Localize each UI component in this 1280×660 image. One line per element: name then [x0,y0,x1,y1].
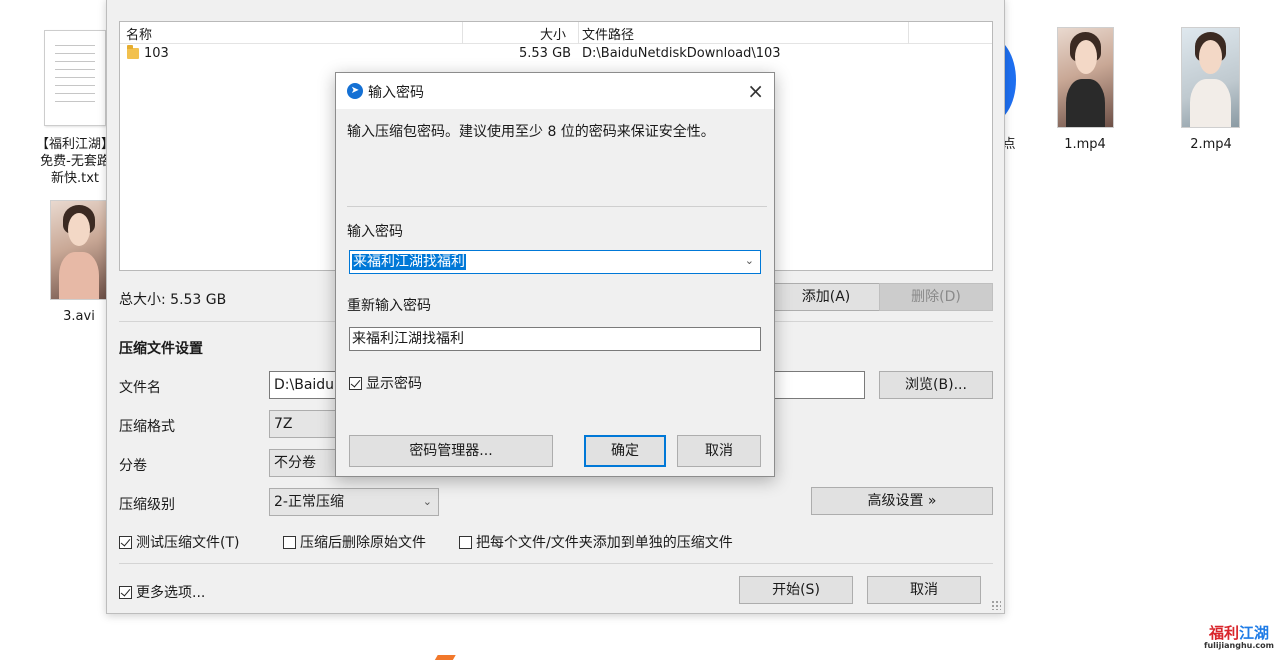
cancel-button[interactable]: 取消 [867,576,981,604]
watermark-logo: 福利江湖 fulijianghu.com [1204,624,1274,650]
checkbox-checked-icon [119,536,132,549]
close-icon[interactable]: × [747,79,764,103]
filename-label: 文件名 [119,380,161,396]
level-select[interactable]: 2-正常压缩 ⌄ [269,488,439,516]
separate-archives-checkbox[interactable]: 把每个文件/文件夹添加到单独的压缩文件 [459,532,733,552]
split-label: 分卷 [119,458,147,474]
settings-heading: 压缩文件设置 [119,341,203,357]
mp4-2-label: 2.mp4 [1190,137,1232,152]
dialog-title: 输入密码 [368,85,424,101]
add-button[interactable]: 添加(A) [771,283,881,311]
checkbox-unchecked-icon [283,536,296,549]
mp4-2-thumbnail [1181,27,1240,128]
txt-file-icon [44,30,106,126]
partial-orange-icon [434,655,456,660]
password-manager-button[interactable]: 密码管理器... [349,435,553,467]
password-dialog: ➤ 输入密码 × 输入压缩包密码。建议使用至少 8 位的密码来保证安全性。 输入… [335,72,775,477]
row-name: 103 [144,46,169,61]
browse-button[interactable]: 浏览(B)... [879,371,993,399]
file-list-header: 名称 大小 文件路径 [120,22,992,44]
level-label: 压缩级别 [119,497,175,513]
mp4-1-label: 1.mp4 [1064,137,1106,152]
folder-icon [127,45,139,59]
reenter-password-label: 重新输入密码 [347,298,431,314]
checkbox-unchecked-icon [459,536,472,549]
password-input[interactable]: 来福利江湖找福利 ⌄ [349,250,761,274]
avi-file-label: 3.avi [63,309,95,324]
column-size[interactable]: 大小 [540,24,566,43]
delete-after-checkbox[interactable]: 压缩后删除原始文件 [283,532,426,552]
show-password-checkbox[interactable]: 显示密码 [349,373,422,393]
resize-grip-icon[interactable] [991,600,1001,610]
password-hint: 输入压缩包密码。建议使用至少 8 位的密码来保证安全性。 [347,124,715,140]
ok-button[interactable]: 确定 [584,435,666,467]
chevron-down-icon: ⌄ [422,495,432,508]
column-name[interactable]: 名称 [126,24,152,43]
test-archive-checkbox[interactable]: 测试压缩文件(T) [119,532,239,552]
password-dialog-titlebar[interactable]: ➤ 输入密码 × [336,73,774,109]
total-size: 总大小: 5.53 GB [119,292,227,308]
row-size: 5.53 GB [519,46,572,61]
app-logo-icon: ➤ [347,83,363,99]
start-button[interactable]: 开始(S) [739,576,853,604]
delete-button[interactable]: 删除(D) [879,283,993,311]
reenter-password-input[interactable]: 来福利江湖找福利 [349,327,761,351]
avi-thumbnail [50,200,108,300]
row-path: D:\BaiduNetdiskDownload\103 [582,46,781,61]
advanced-settings-button[interactable]: 高级设置 » [811,487,993,515]
password-label: 输入密码 [347,224,403,240]
checkbox-checked-icon [349,377,362,390]
more-options-checkbox[interactable]: 更多选项... [119,582,205,602]
mp4-1-thumbnail [1057,27,1114,128]
chevron-down-icon[interactable]: ⌄ [745,250,754,272]
column-path[interactable]: 文件路径 [582,24,634,43]
password-cancel-button[interactable]: 取消 [677,435,761,467]
checkbox-checked-icon [119,586,132,599]
format-label: 压缩格式 [119,419,175,435]
